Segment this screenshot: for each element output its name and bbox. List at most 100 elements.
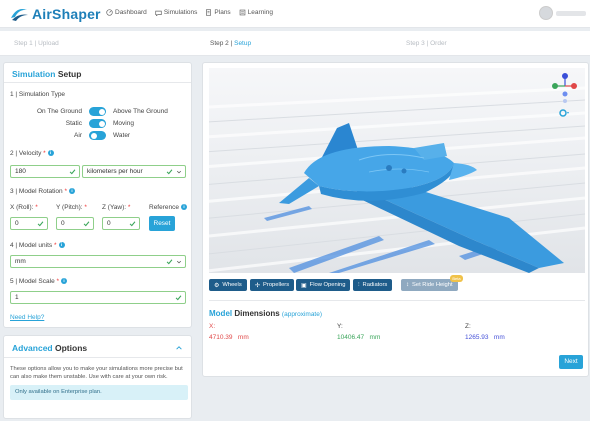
motion-toggle[interactable] xyxy=(89,119,106,128)
propellers-icon: ✢ xyxy=(255,282,261,289)
wheels-button[interactable]: ⚙ Wheels xyxy=(209,279,247,291)
roll-input[interactable]: 0 xyxy=(10,217,48,230)
set-ride-height-button[interactable]: ↕ Set Ride Height xyxy=(401,279,458,291)
ride-height-icon: ↕ xyxy=(406,282,409,288)
brand-logo[interactable]: AirShaper xyxy=(9,4,101,24)
reset-button[interactable]: Reset xyxy=(149,216,175,231)
propellers-button[interactable]: ✢ Propellers xyxy=(250,279,295,291)
step-setup[interactable]: Step 2 | Setup xyxy=(210,40,251,47)
pitch-input[interactable]: 0 xyxy=(56,217,94,230)
toggle-left-label: Static xyxy=(65,120,82,127)
dim-x-unit: mm xyxy=(237,334,249,341)
title-rest: Setup xyxy=(57,69,82,79)
flow-opening-button[interactable]: ▣ Flow Opening xyxy=(296,279,351,291)
valid-check-icon xyxy=(166,169,173,175)
learning-icon xyxy=(239,9,245,16)
dim-y-label: Y: xyxy=(337,323,343,330)
scale-label-text: 5 | Model Scale xyxy=(10,278,55,285)
user-name-blurred[interactable] xyxy=(556,11,586,16)
step-prefix: Step 3 | xyxy=(406,40,429,47)
scale-input[interactable]: 1 xyxy=(10,291,186,304)
nav-simulations[interactable]: Simulations xyxy=(155,9,198,16)
roll-label-text: X (Roll): xyxy=(10,204,34,211)
chevron-down-icon xyxy=(176,170,182,174)
info-icon[interactable]: i xyxy=(181,204,187,210)
toggle-right-label: Moving xyxy=(113,120,134,127)
valid-check-icon xyxy=(37,221,44,227)
toggle-left-label: On The Ground xyxy=(36,108,82,115)
roll-label: X (Roll): * xyxy=(10,204,38,211)
radiators-icon: ⫶ xyxy=(358,281,360,288)
wheels-icon: ⚙ xyxy=(214,282,220,289)
brand-name: AirShaper xyxy=(32,6,101,22)
simulation-type-label: 1 | Simulation Type xyxy=(10,91,66,98)
scale-value: 1 xyxy=(15,294,19,301)
nav-label: Learning xyxy=(247,9,273,16)
simulation-setup-panel: Simulation Setup 1 | Simulation Type On … xyxy=(3,62,192,328)
velocity-label-text: 2 | Velocity xyxy=(10,150,42,157)
nav-plans[interactable]: Plans xyxy=(205,9,231,16)
yaw-label-text: Z (Yaw): xyxy=(102,204,127,211)
title-rest: Dimensions xyxy=(234,309,280,318)
3d-viewport[interactable] xyxy=(209,68,585,273)
info-icon[interactable]: i xyxy=(68,188,75,194)
step-name: Order xyxy=(430,40,447,47)
dim-z-unit: mm xyxy=(493,334,505,341)
wheels-label: Wheels xyxy=(222,282,242,288)
nav-label: Simulations xyxy=(163,9,198,16)
dashboard-icon xyxy=(106,9,113,16)
valid-check-icon xyxy=(129,221,136,227)
toggle-left-label: Air xyxy=(74,132,82,139)
step-order[interactable]: Step 3 | Order xyxy=(406,40,447,47)
ride-height-label: Set Ride Height xyxy=(412,282,453,288)
aircraft-model-render xyxy=(209,86,585,273)
plans-icon xyxy=(206,9,212,16)
rotation-label-text: 3 | Model Rotation xyxy=(10,188,63,195)
fluid-toggle[interactable] xyxy=(89,131,106,140)
toggle-right-label: Above The Ground xyxy=(113,108,168,115)
info-icon[interactable]: i xyxy=(58,242,65,248)
step-prefix: Step 2 | xyxy=(210,40,233,47)
advanced-title[interactable]: Advanced Options xyxy=(12,343,87,353)
velocity-value: 180 xyxy=(15,168,26,175)
info-icon[interactable]: i xyxy=(47,150,54,156)
rotation-label: 3 | Model Rotation * i xyxy=(10,188,75,195)
enterprise-notice: Only available on Enterprise plan. xyxy=(10,385,188,400)
top-navbar: AirShaper Dashboard Simulations Plans Le… xyxy=(0,0,590,28)
gear-icon[interactable] xyxy=(558,108,570,118)
yaw-value: 0 xyxy=(107,220,111,227)
yaw-label: Z (Yaw): * xyxy=(102,204,131,211)
velocity-unit-select[interactable]: kilometers per hour xyxy=(82,165,186,178)
velocity-input[interactable]: 180 xyxy=(10,165,80,178)
pitch-value: 0 xyxy=(61,220,65,227)
dim-y-number: 10406.47 xyxy=(337,334,365,341)
dimensions-title: Model Dimensions (approximate) xyxy=(209,309,322,318)
flow-opening-label: Flow Opening xyxy=(309,282,346,288)
aircraft-shape xyxy=(279,123,564,273)
radiators-button[interactable]: ⫶ Radiators xyxy=(353,279,393,291)
velocity-label: 2 | Velocity * i xyxy=(10,150,54,157)
yaw-input[interactable]: 0 xyxy=(102,217,140,230)
info-icon[interactable]: i xyxy=(61,278,68,284)
units-select[interactable]: mm xyxy=(10,255,186,268)
step-upload[interactable]: Step 1 | Upload xyxy=(14,40,59,47)
dim-z-label: Z: xyxy=(465,323,471,330)
need-help-link[interactable]: Need Help? xyxy=(10,314,44,321)
next-button[interactable]: Next xyxy=(559,355,583,369)
dim-x-label: X: xyxy=(209,323,216,330)
nav-dashboard[interactable]: Dashboard xyxy=(106,9,147,16)
airshaper-logo-icon xyxy=(11,9,28,21)
reference-label: Reference i xyxy=(149,204,187,211)
divider xyxy=(209,300,585,301)
units-value: mm xyxy=(15,258,26,265)
title-highlight: Advanced xyxy=(12,343,53,353)
units-label: 4 | Model units * i xyxy=(10,242,65,249)
radiators-label: Radiators xyxy=(362,282,388,288)
nav-label: Dashboard xyxy=(115,9,147,16)
chevron-up-icon[interactable] xyxy=(175,344,183,352)
nav-label: Plans xyxy=(214,9,231,16)
user-avatar[interactable] xyxy=(539,6,553,20)
valid-check-icon xyxy=(83,221,90,227)
nav-learning[interactable]: Learning xyxy=(239,9,273,16)
ground-toggle[interactable] xyxy=(89,107,106,116)
